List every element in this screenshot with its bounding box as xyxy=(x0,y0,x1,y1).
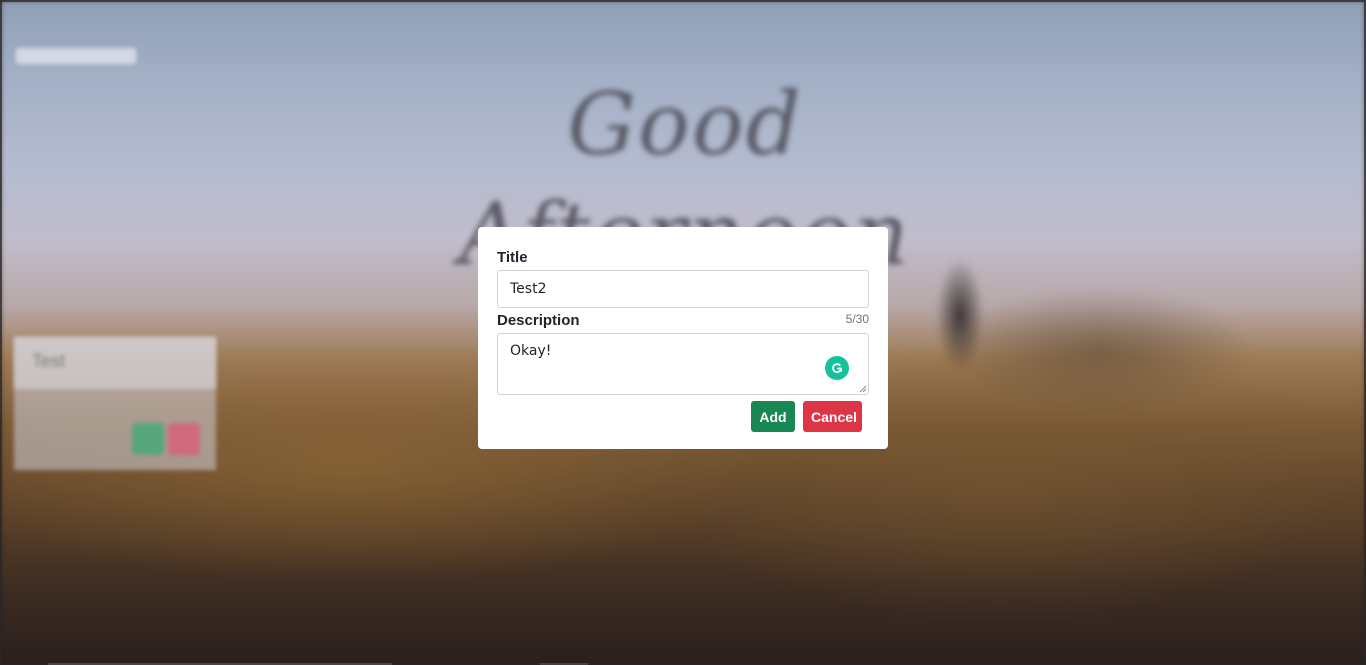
resize-grip-icon[interactable] xyxy=(859,385,867,393)
cancel-button[interactable]: Cancel xyxy=(803,401,862,432)
bg-note-title: Test xyxy=(14,337,216,389)
bg-search-bar xyxy=(16,48,136,64)
description-label: Description xyxy=(497,312,580,329)
bg-note-complete-button xyxy=(132,423,164,455)
title-label: Title xyxy=(497,249,528,266)
add-note-modal: Title Description 5/30 Okay! Add Cancel xyxy=(478,227,888,449)
bg-person-silhouette xyxy=(930,245,990,385)
bg-note-delete-button xyxy=(168,423,200,455)
modal-actions: Add Cancel xyxy=(497,401,869,432)
title-input[interactable] xyxy=(497,270,869,308)
description-label-row: Description 5/30 xyxy=(497,312,869,330)
description-wrapper: Okay! xyxy=(497,333,869,395)
greeting-heading: Good Afternoon xyxy=(459,75,908,285)
bg-quote xyxy=(520,192,850,214)
description-textarea[interactable]: Okay! xyxy=(497,333,869,395)
add-button[interactable]: Add xyxy=(751,401,795,432)
description-char-counter: 5/30 xyxy=(845,312,869,326)
grammarly-icon[interactable] xyxy=(825,356,849,380)
